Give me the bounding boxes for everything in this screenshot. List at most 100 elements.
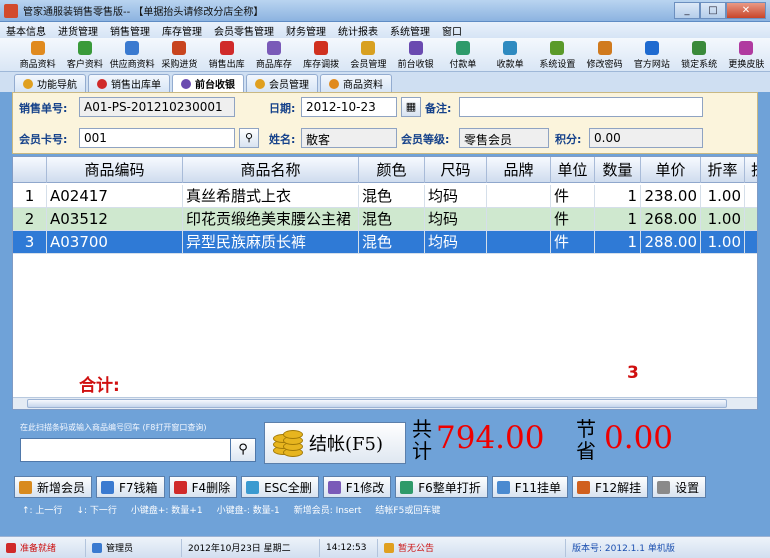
tab-5[interactable]: 商品资料 <box>320 74 392 92</box>
member-card-field[interactable]: 001 <box>79 128 235 148</box>
cell-size[interactable]: 均码 <box>425 231 487 254</box>
toolbar-button-purchase[interactable]: 采购进货 <box>156 38 203 72</box>
col-qty[interactable]: 数量 <box>595 157 641 183</box>
toolbar-button-website[interactable]: 官方网站 <box>628 38 675 72</box>
tab-label: 前台收银 <box>195 80 235 91</box>
fkey-label: F11挂单 <box>514 480 561 495</box>
toolbar-button-skin[interactable]: 更换皮肤 <box>723 38 770 72</box>
tab-1[interactable]: 功能导航 <box>14 74 86 92</box>
minimize-button[interactable]: _ <box>674 2 700 19</box>
cell-code[interactable]: A03700 <box>47 231 183 254</box>
cell-size[interactable]: 均码 <box>425 185 487 208</box>
fkey-button-5[interactable]: F1修改 <box>322 476 392 498</box>
cell-color[interactable]: 混色 <box>359 208 425 231</box>
fkey-button-8[interactable]: F12解挂 <box>571 476 649 498</box>
cell-code[interactable]: A02417 <box>47 185 183 208</box>
table-row[interactable]: 2 A03512 印花贡缎绝美束腰公主裙 混色 均码 件 1 268.00 1.… <box>13 208 757 231</box>
cell-brand[interactable] <box>487 185 551 208</box>
cell-price[interactable]: 268.00 <box>641 208 701 231</box>
col-extra[interactable]: 折 <box>745 157 757 183</box>
cell-color[interactable]: 混色 <box>359 231 425 254</box>
col-price[interactable]: 单价 <box>641 157 701 183</box>
col-brand[interactable]: 品牌 <box>487 157 551 183</box>
checkout-button[interactable]: 结帐(F5) <box>264 422 406 464</box>
toolbar-button-transfer[interactable]: 库存调拨 <box>298 38 345 72</box>
cell-size[interactable]: 均码 <box>425 208 487 231</box>
toolbar-button-stock[interactable]: 商品库存 <box>250 38 297 72</box>
menu-basic-info[interactable]: 基本信息 <box>6 23 46 38</box>
menu-sales[interactable]: 销售管理 <box>110 23 150 38</box>
calendar-icon[interactable]: ▦ <box>401 97 421 117</box>
tab-2[interactable]: 销售出库单 <box>88 74 170 92</box>
col-name[interactable]: 商品名称 <box>183 157 359 183</box>
cell-name[interactable]: 真丝希腊式上衣 <box>183 185 359 208</box>
cell-price[interactable]: 238.00 <box>641 185 701 208</box>
fkey-button-9[interactable]: 设置 <box>652 476 707 498</box>
fkey-button-4[interactable]: ESC全删 <box>241 476 319 498</box>
toolbar-button-receipt[interactable]: 收款单 <box>487 38 534 72</box>
menu-stock[interactable]: 库存管理 <box>162 23 202 38</box>
cell-name[interactable]: 印花贡缎绝美束腰公主裙 <box>183 208 359 231</box>
toolbar-button-sales-out[interactable]: 销售出库 <box>203 38 250 72</box>
toolbar-button-lock[interactable]: 锁定系统 <box>676 38 723 72</box>
menu-finance[interactable]: 财务管理 <box>286 23 326 38</box>
fkey-button-6[interactable]: F6整单打折 <box>395 476 488 498</box>
search-icon[interactable]: ⚲ <box>230 438 256 462</box>
col-color[interactable]: 颜色 <box>359 157 425 183</box>
toolbar-button-supplier[interactable]: 供应商资料 <box>109 38 156 72</box>
cell-qty[interactable]: 1 <box>595 208 641 231</box>
hint-item: ↑: 上一行 <box>22 506 63 516</box>
cell-discount[interactable]: 1.00 <box>701 185 745 208</box>
toolbar-button-payment[interactable]: 付款单 <box>439 38 486 72</box>
toolbar-button-cashier[interactable]: 前台收银 <box>392 38 439 72</box>
cell-discount[interactable]: 1.00 <box>701 208 745 231</box>
cell-unit[interactable]: 件 <box>551 231 595 254</box>
tab-4[interactable]: 会员管理 <box>246 74 318 92</box>
table-row-selected[interactable]: 3 A03700 异型民族麻质长裤 混色 均码 件 1 288.00 1.00 <box>13 231 757 254</box>
cell-discount[interactable]: 1.00 <box>701 231 745 254</box>
note-field[interactable] <box>459 97 703 117</box>
menu-system[interactable]: 系统管理 <box>390 23 430 38</box>
toolbar-button-password[interactable]: 修改密码 <box>581 38 628 72</box>
close-button[interactable]: ✕ <box>726 2 766 19</box>
cell-qty[interactable]: 1 <box>595 185 641 208</box>
user-icon <box>92 542 102 553</box>
cell-qty[interactable]: 1 <box>595 231 641 254</box>
table-row[interactable]: 1 A02417 真丝希腊式上衣 混色 均码 件 1 238.00 1.00 <box>13 185 757 208</box>
fkey-button-2[interactable]: F7钱箱 <box>96 476 165 498</box>
fkey-button-1[interactable]: 新增会员 <box>14 476 93 498</box>
col-discount[interactable]: 折率 <box>701 157 745 183</box>
fkey-button-7[interactable]: F11挂单 <box>491 476 568 498</box>
order-no-field[interactable]: A01-PS-201210230001 <box>79 97 235 117</box>
menu-reports[interactable]: 统计报表 <box>338 23 378 38</box>
cell-color[interactable]: 混色 <box>359 185 425 208</box>
cell-brand[interactable] <box>487 208 551 231</box>
scrollbar-thumb[interactable] <box>27 399 727 408</box>
toolbar-button-customer[interactable]: 客户资料 <box>61 38 108 72</box>
maximize-button[interactable]: □ <box>700 2 726 19</box>
status-ready: 准备就绪 <box>0 538 86 557</box>
menu-purchase[interactable]: 进货管理 <box>58 23 98 38</box>
col-code[interactable]: 商品编码 <box>47 157 183 183</box>
col-size[interactable]: 尺码 <box>425 157 487 183</box>
cell-code[interactable]: A03512 <box>47 208 183 231</box>
date-field[interactable]: 2012-10-23 <box>301 97 397 117</box>
fkey-button-3[interactable]: F4删除 <box>168 476 238 498</box>
app-icon <box>4 3 18 18</box>
cell-price[interactable]: 288.00 <box>641 231 701 254</box>
cell-name[interactable]: 异型民族麻质长裤 <box>183 231 359 254</box>
menu-member-retail[interactable]: 会员零售管理 <box>214 23 274 38</box>
toolbar-button-member[interactable]: 会员管理 <box>345 38 392 72</box>
barcode-input[interactable] <box>20 438 236 462</box>
tab-3[interactable]: 前台收银 <box>172 74 244 92</box>
toolbar-button-settings[interactable]: 系统设置 <box>534 38 581 72</box>
cell-brand[interactable] <box>487 231 551 254</box>
col-unit[interactable]: 单位 <box>551 157 595 183</box>
toolbar-button-product[interactable]: 商品资料 <box>14 38 61 72</box>
transfer-icon <box>314 41 329 55</box>
cell-unit[interactable]: 件 <box>551 185 595 208</box>
horizontal-scrollbar[interactable] <box>13 397 757 409</box>
cell-unit[interactable]: 件 <box>551 208 595 231</box>
menu-window[interactable]: 窗口 <box>442 23 462 38</box>
search-member-icon[interactable]: ⚲ <box>239 128 259 148</box>
